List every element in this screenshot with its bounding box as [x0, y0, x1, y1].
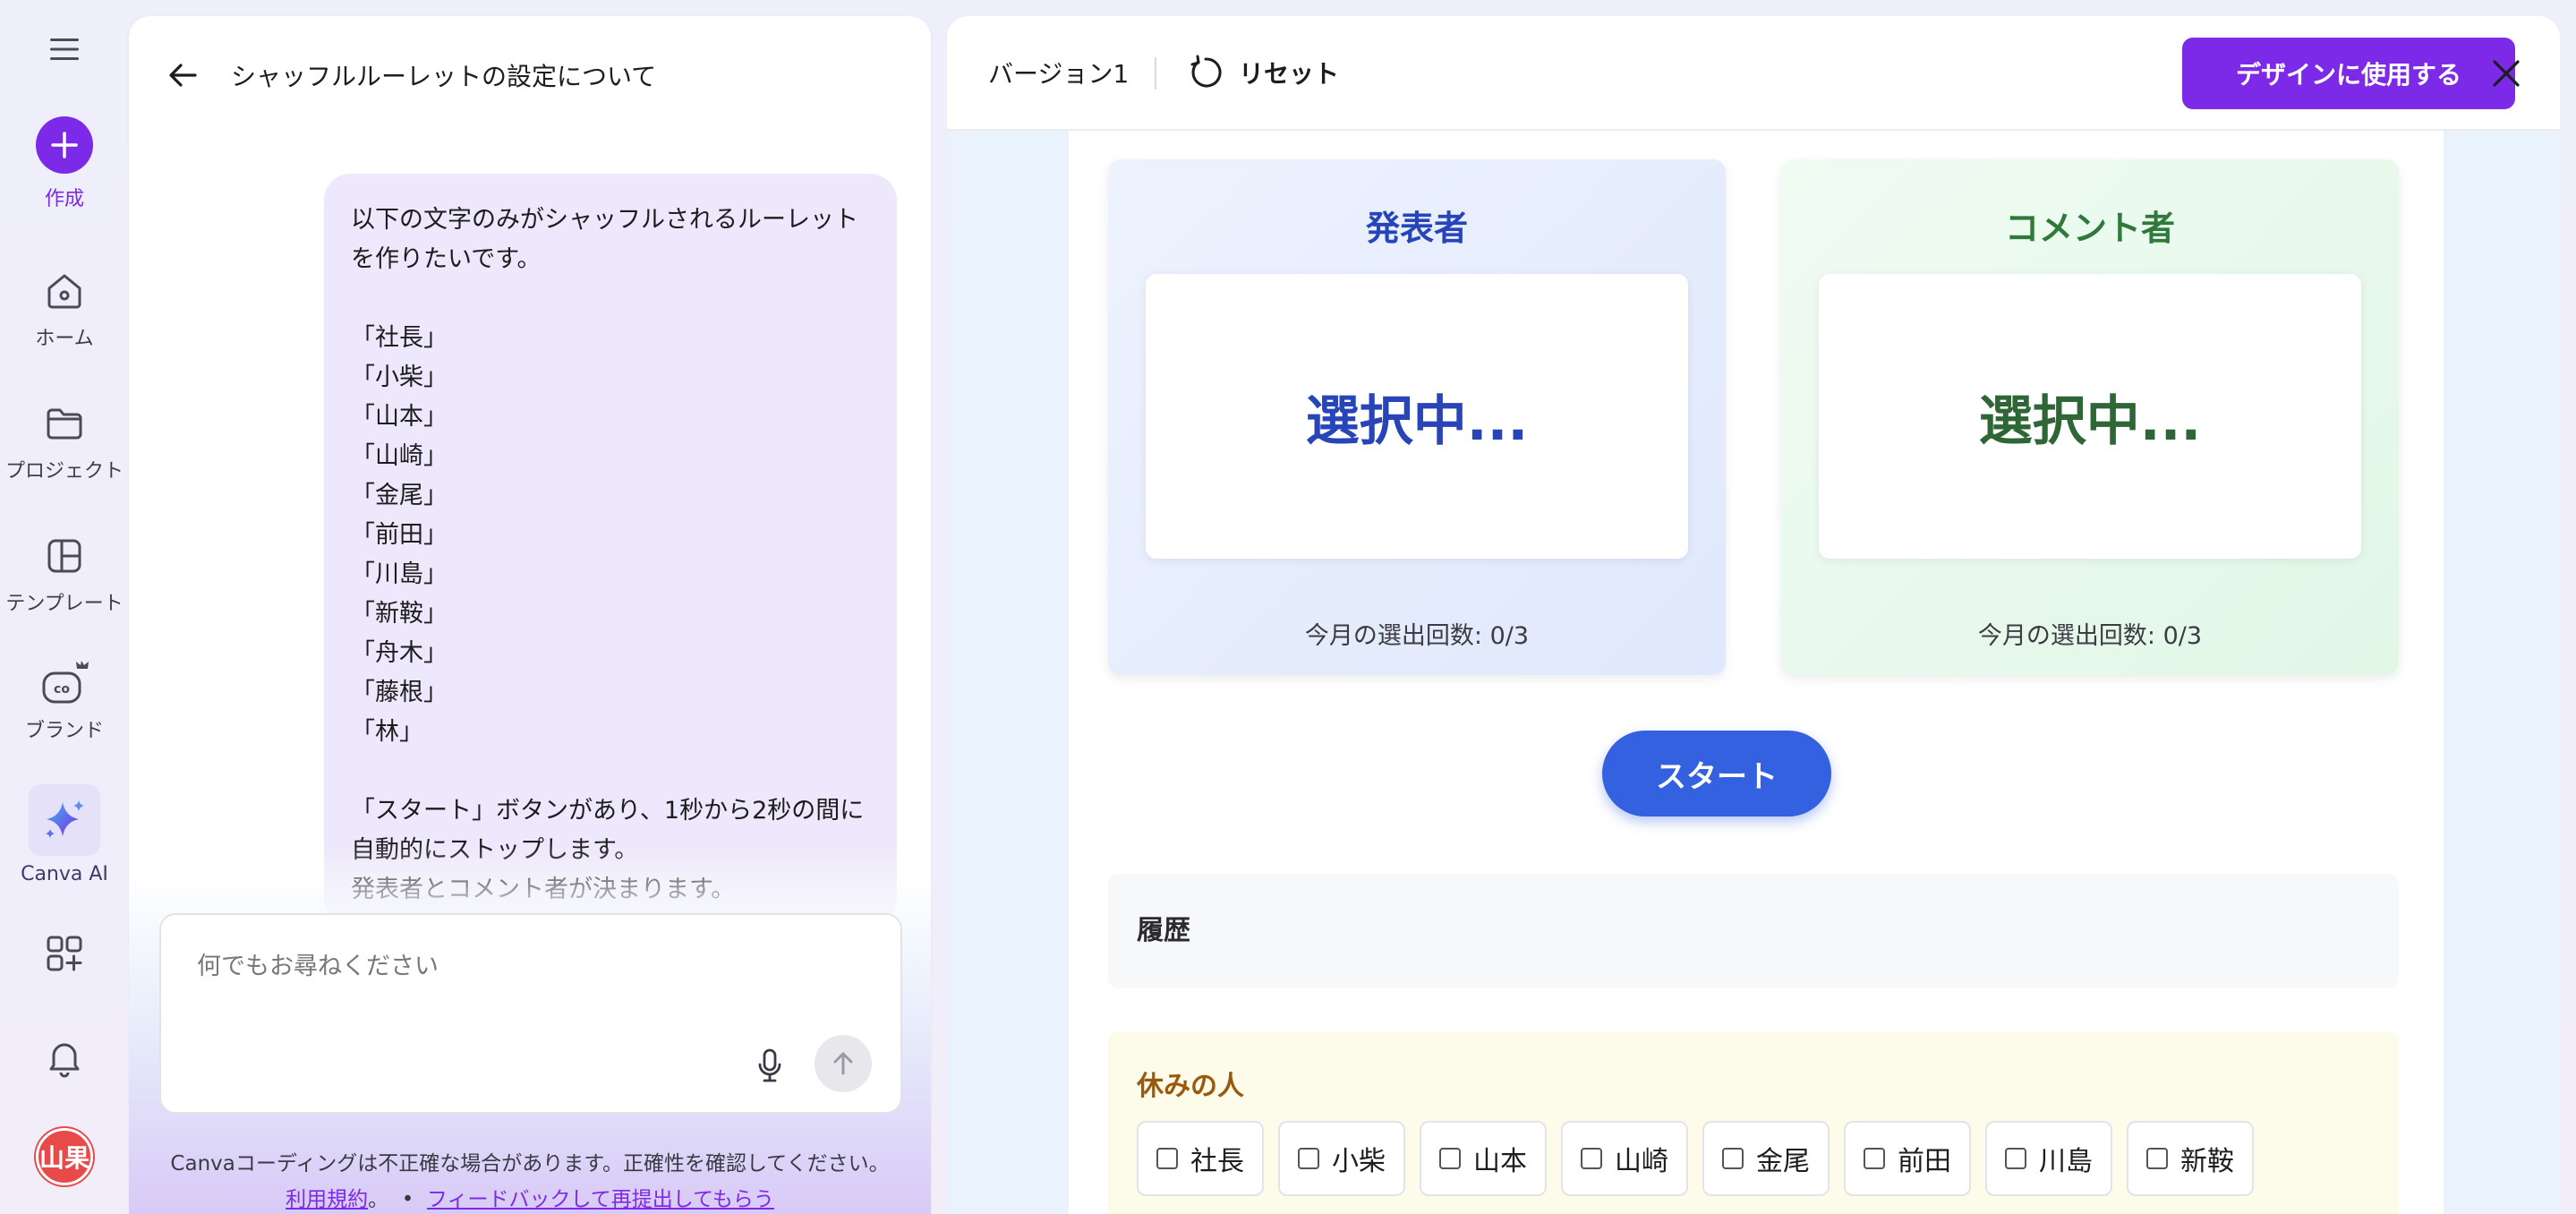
sidebar-item-label: ブランド: [24, 720, 104, 742]
plus-icon: [36, 116, 93, 174]
feedback-link[interactable]: フィードバックして再提出してもらう: [427, 1188, 774, 1211]
presenter-title: 発表者: [1365, 209, 1468, 248]
preview-panel: バージョン1 リセット デザインに使用する 発表者 選択中... 今月の選出回数…: [947, 16, 2560, 1214]
disclaimer-text: Canvaコーディングは不正確な場合があります。正確性を確認してください。: [170, 1152, 890, 1176]
version-label[interactable]: バージョン1: [988, 55, 1129, 90]
disclaimer-links: 利用規約。 • フィードバックして再提出してもらう: [129, 1182, 931, 1214]
rest-person-label: 新鞍: [2180, 1146, 2234, 1177]
history-title: 履歴: [1137, 915, 1190, 946]
template-icon: [47, 539, 81, 573]
roulette-app: 発表者 選択中... 今月の選出回数: 0/3 コメント者 選択中... 今月の…: [1069, 131, 2444, 1214]
avatar: 山果: [36, 1128, 93, 1185]
disclaimer: Canvaコーディングは不正確な場合があります。正確性を確認してください。 利用…: [129, 1146, 931, 1214]
rest-person-checkbox[interactable]: 金尾: [1702, 1121, 1830, 1196]
arrow-up-icon: [833, 1052, 853, 1075]
rest-person-label: 川島: [2039, 1146, 2093, 1177]
start-button[interactable]: スタート: [1602, 731, 1831, 816]
rest-title: 休みの人: [1137, 1071, 1244, 1102]
rest-person-checkbox[interactable]: 前田: [1844, 1121, 1971, 1196]
preview-toolbar: バージョン1 リセット デザインに使用する: [947, 16, 2560, 131]
commenter-card: コメント者 選択中... 今月の選出回数: 0/3: [1781, 159, 2399, 675]
rest-person-label: 小柴: [1332, 1146, 1386, 1177]
apps-icon: [47, 936, 82, 971]
rest-person-label: 山崎: [1615, 1146, 1668, 1177]
rest-section: 休みの人 社長 小柴 山本 山崎 金尾 前田 川島 新鞍: [1108, 1031, 2399, 1214]
presenter-card: 発表者 選択中... 今月の選出回数: 0/3: [1108, 159, 1726, 675]
sidebar-item-label: テンプレート: [5, 593, 124, 615]
rest-person-label: 山本: [1473, 1146, 1527, 1177]
rest-person-checkbox[interactable]: 小柴: [1278, 1121, 1405, 1196]
sidebar-item-label: プロジェクト: [4, 460, 124, 483]
checkbox-icon[interactable]: [1864, 1148, 1885, 1169]
commenter-result: 選択中...: [1819, 274, 2361, 559]
message-text: 以下の文字のみがシャッフルされるルーレットを作りたいです。 「社長」 「小柴」 …: [351, 206, 865, 903]
bell-icon: [49, 1043, 80, 1078]
rest-person-checkbox[interactable]: 山本: [1420, 1121, 1547, 1196]
use-in-design-button[interactable]: デザインに使用する: [2182, 38, 2515, 109]
user-message-bubble: 以下の文字のみがシャッフルされるルーレットを作りたいです。 「社長」 「小柴」 …: [324, 174, 897, 926]
sidebar-item-brand[interactable]: co ブランド: [0, 657, 129, 743]
commenter-title: コメント者: [2004, 209, 2175, 248]
sidebar-item-projects[interactable]: プロジェクト: [0, 401, 129, 483]
terms-suffix: 。: [368, 1188, 389, 1211]
rest-person-checkbox[interactable]: 社長: [1137, 1121, 1264, 1196]
chat-header: シャッフルルーレットの設定について: [165, 57, 656, 93]
folder-icon: [47, 408, 82, 440]
checkbox-icon[interactable]: [2005, 1148, 2026, 1169]
rest-person-checkbox[interactable]: 山崎: [1561, 1121, 1688, 1196]
chat-panel: シャッフルルーレットの設定について 以下の文字のみがシャッフルされるルーレットを…: [129, 16, 931, 1214]
chat-input-box: [159, 913, 902, 1114]
chat-title: シャッフルルーレットの設定について: [231, 62, 657, 91]
rest-person-label: 金尾: [1756, 1146, 1810, 1177]
reset-label: リセット: [1239, 59, 1340, 89]
left-rail: 作成 ホーム プロジェクト テンプレート co ブランド Canva AI 山果: [0, 0, 129, 1214]
create-button[interactable]: 作成: [0, 116, 129, 211]
apps-button[interactable]: [0, 931, 129, 976]
terms-link[interactable]: 利用規約: [286, 1188, 368, 1211]
reset-button[interactable]: リセット: [1187, 54, 1339, 91]
presenter-count: 今月の選出回数: 0/3: [1304, 622, 1530, 650]
checkbox-icon[interactable]: [1298, 1148, 1319, 1169]
svg-text:co: co: [54, 682, 70, 697]
close-icon[interactable]: [2490, 57, 2522, 90]
checkbox-icon[interactable]: [1156, 1148, 1178, 1169]
rest-person-checkbox[interactable]: 新鞍: [2127, 1121, 2254, 1196]
sidebar-item-canva-ai[interactable]: Canva AI: [0, 784, 129, 885]
chat-input[interactable]: [197, 953, 823, 980]
commenter-count: 今月の選出回数: 0/3: [1977, 622, 2203, 650]
checkbox-icon[interactable]: [1581, 1148, 1602, 1169]
checkbox-icon[interactable]: [1722, 1148, 1744, 1169]
microphone-icon[interactable]: [755, 1047, 784, 1083]
hamburger-icon: [50, 38, 79, 60]
sidebar-item-label: ホーム: [35, 328, 94, 350]
toolbar-divider: [1155, 57, 1156, 90]
history-section: 履歴: [1108, 874, 2399, 988]
link-separator: •: [401, 1188, 414, 1211]
sidebar-item-home[interactable]: ホーム: [0, 269, 129, 351]
presenter-result: 選択中...: [1146, 274, 1688, 559]
brand-icon: co: [42, 661, 89, 704]
checkbox-icon[interactable]: [1439, 1148, 1461, 1169]
menu-button[interactable]: [0, 36, 129, 63]
rest-person-label: 社長: [1190, 1146, 1244, 1177]
refresh-icon: [1190, 55, 1222, 88]
sidebar-item-templates[interactable]: テンプレート: [0, 534, 129, 616]
sparkle-icon: [29, 784, 100, 856]
checkbox-icon[interactable]: [2146, 1148, 2168, 1169]
create-label: 作成: [44, 188, 84, 210]
back-arrow-icon[interactable]: [165, 57, 200, 93]
home-icon: [47, 274, 81, 309]
rest-people-list: 社長 小柴 山本 山崎 金尾 前田 川島 新鞍: [1137, 1121, 2390, 1196]
send-button[interactable]: [815, 1035, 872, 1092]
rest-person-label: 前田: [1898, 1146, 1951, 1177]
account-button[interactable]: 山果: [0, 1128, 129, 1185]
notifications-button[interactable]: [0, 1035, 129, 1080]
rest-person-checkbox[interactable]: 川島: [1985, 1121, 2112, 1196]
sidebar-item-label: Canva AI: [21, 863, 108, 885]
